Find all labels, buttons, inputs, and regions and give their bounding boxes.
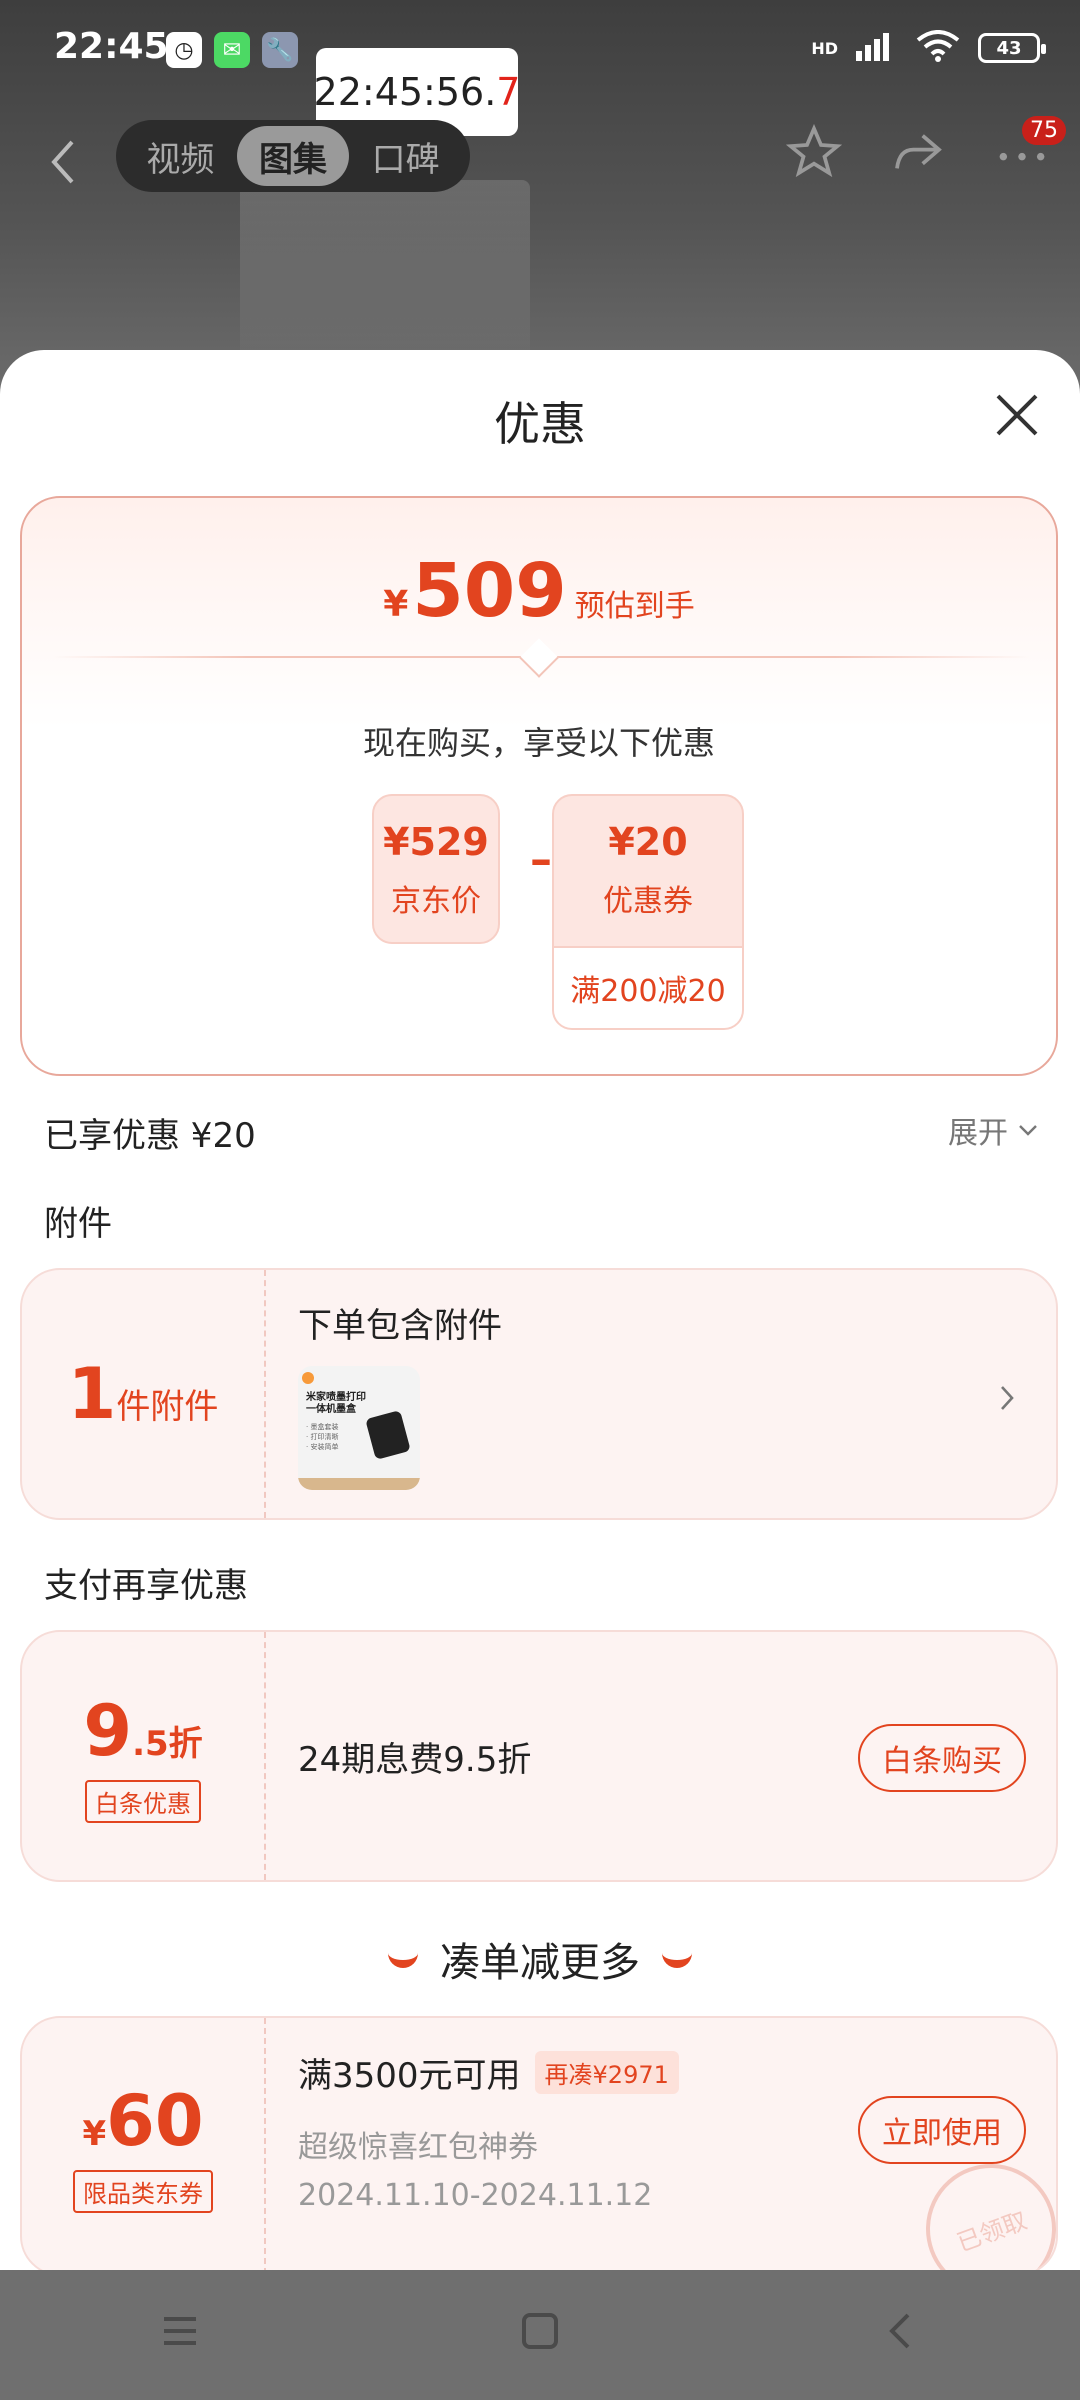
accessory-thumbnail: 米家喷墨打印 一体机墨盒 · 墨盒套装 · 打印清晰 · 安装简单 — [298, 1366, 420, 1490]
accessory-count-number: 1 — [67, 1353, 117, 1435]
coupon-extra-tag: 再凑¥2971 — [534, 2051, 679, 2094]
top-nav: 视频 图集 口碑 75 — [0, 116, 1080, 230]
chevron-right-icon — [998, 1382, 1018, 1422]
battery-level: 43 — [996, 37, 1022, 59]
estimate-row: ¥ 509 预估到手 — [22, 548, 1056, 634]
coupon-card: ¥60 限品类东券 满3500元可用 再凑¥2971 超级惊喜红包神券 2024… — [20, 2016, 1058, 2270]
baitiao-card: 9.5折 白条优惠 24期息费9.5折 白条购买 — [20, 1630, 1058, 1882]
status-right: HD 43 — [811, 30, 1046, 66]
coupon-label: 优惠券 — [603, 884, 693, 919]
combo-title-row: 凑单减更多 — [0, 1930, 1080, 1988]
smile-icon — [388, 1950, 418, 1968]
wrench-icon: 🔧 — [262, 32, 298, 68]
coupon-dates: 2024.11.10-2024.11.12 — [298, 2178, 653, 2213]
clock-app-icon: ◷ — [166, 32, 202, 68]
accessory-title: 下单包含附件 — [298, 1306, 502, 1346]
wifi-icon — [916, 30, 960, 66]
nav-actions — [785, 123, 1050, 192]
thumb-line: · 安装简单 — [306, 1443, 339, 1451]
star-icon[interactable] — [785, 123, 843, 192]
coupon-amount: 60 — [106, 2079, 204, 2162]
network-label: HD — [811, 38, 838, 58]
coupon-condition: 满200减20 — [554, 946, 742, 1028]
thumb-line: · 打印清晰 — [306, 1433, 339, 1441]
baitiao-tag: 白条优惠 — [85, 1779, 201, 1823]
divider-notch — [519, 638, 559, 678]
thumb-line: · 墨盒套装 — [306, 1423, 339, 1431]
discount-sheet: 优惠 ¥ 509 预估到手 现在购买，享受以下优惠 ¥529 京东价 – ¥20… — [0, 350, 1080, 2270]
smile-icon — [662, 1950, 692, 1968]
system-nav-bar — [0, 2272, 1080, 2400]
tab-video[interactable]: 视频 — [124, 126, 237, 186]
status-time: 22:45 — [54, 26, 169, 67]
jd-price-label: 京东价 — [391, 884, 481, 919]
combo-title: 凑单减更多 — [440, 1940, 640, 1986]
estimate-amount: 509 — [412, 548, 567, 634]
buy-now-text: 现在购买，享受以下优惠 — [362, 724, 715, 762]
back-icon[interactable] — [44, 134, 84, 190]
estimate-yen: ¥ — [383, 584, 409, 625]
accessory-section-title: 附件 — [44, 1204, 112, 1244]
close-icon[interactable] — [992, 390, 1042, 440]
coupon-yen: ¥ — [82, 2113, 107, 2154]
media-tabs: 视频 图集 口碑 — [116, 120, 470, 192]
status-bar: 22:45 ◷ ✉ 🔧 HD 43 — [0, 0, 1080, 100]
tab-gallery[interactable]: 图集 — [236, 126, 350, 186]
baitiao-buy-button[interactable]: 白条购买 — [858, 1724, 1026, 1792]
coupon-category-tag: 限品类东券 — [73, 2169, 213, 2213]
baitiao-desc: 24期息费9.5折 — [298, 1740, 532, 1780]
time-overlay-main: 22:45:56. — [313, 70, 497, 114]
use-now-button[interactable]: 立即使用 — [858, 2096, 1026, 2164]
accessory-count-unit: 件附件 — [116, 1387, 219, 1427]
coupon-value: ¥20 — [608, 820, 688, 864]
notification-badge: 75 — [1022, 116, 1066, 145]
coupon-box: ¥20 优惠券 满200减20 — [552, 794, 744, 1030]
chevron-down-icon — [1019, 1125, 1037, 1136]
signal-icon — [856, 31, 898, 65]
price-summary: ¥ 509 预估到手 现在购买，享受以下优惠 ¥529 京东价 – ¥20 优惠… — [20, 496, 1058, 1076]
wechat-icon: ✉ — [214, 32, 250, 68]
time-overlay-tenth: 7 — [496, 70, 521, 114]
home-icon[interactable] — [520, 2311, 560, 2362]
jd-price-box: ¥529 京东价 — [372, 794, 500, 944]
thumb-line: 米家喷墨打印 — [306, 1392, 366, 1403]
battery-icon: 43 — [978, 33, 1046, 63]
accessory-card[interactable]: 1件附件 下单包含附件 米家喷墨打印 一体机墨盒 · 墨盒套装 · 打印清晰 ·… — [20, 1268, 1058, 1520]
claimed-stamp: 已领取 — [907, 2145, 1056, 2270]
payment-section-title: 支付再享优惠 — [44, 1566, 248, 1606]
claimed-stamp-text: 已领取 — [953, 2205, 1031, 2257]
minus-sign: – — [530, 834, 552, 885]
coupon-name: 超级惊喜红包神券 — [298, 2130, 538, 2165]
jd-price-value: ¥529 — [383, 820, 489, 864]
baitiao-discount: 9.5折 白条优惠 — [22, 1632, 266, 1880]
accessory-count: 1件附件 — [22, 1270, 266, 1518]
coupon-amount-block: ¥60 限品类东券 — [22, 2018, 266, 2270]
sheet-title: 优惠 — [494, 397, 586, 451]
estimate-label: 预估到手 — [574, 589, 695, 624]
saved-amount: 已享优惠 ¥20 — [44, 1116, 256, 1156]
tab-reviews[interactable]: 口碑 — [349, 126, 462, 186]
thumb-line: 一体机墨盒 — [306, 1404, 356, 1415]
menu-icon[interactable] — [160, 2311, 200, 2362]
coupon-threshold: 满3500元可用 — [298, 2056, 521, 2096]
ink-cartridge-image — [365, 1410, 411, 1460]
discount-decimal: .5折 — [132, 1723, 203, 1764]
share-icon[interactable] — [890, 124, 946, 192]
back-nav-icon[interactable] — [880, 2311, 920, 2362]
discount-integer: 9 — [83, 1689, 133, 1772]
expand-button[interactable]: 展开 — [948, 1108, 1040, 1152]
coupon-main-row: 满3500元可用 再凑¥2971 — [298, 2048, 679, 2097]
expand-label: 展开 — [948, 1116, 1008, 1151]
